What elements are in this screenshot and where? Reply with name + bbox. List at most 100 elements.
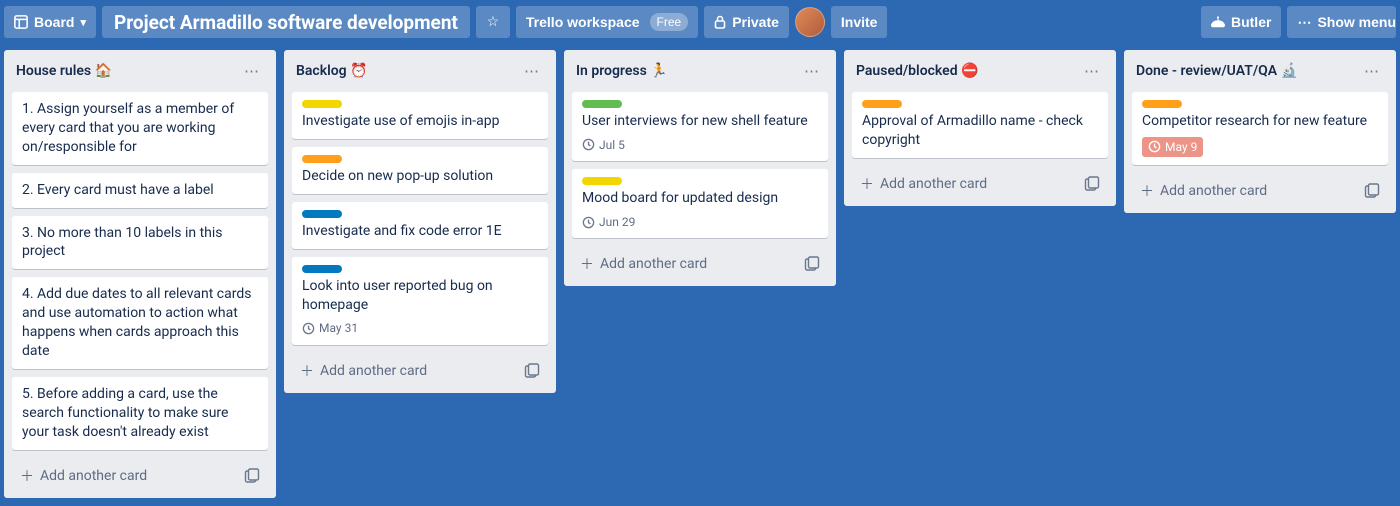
list-footer: ＋Add another card (572, 246, 828, 278)
due-date-badge[interactable]: Jun 29 (582, 214, 635, 230)
ellipsis-icon: ⋯ (1364, 62, 1380, 80)
invite-button[interactable]: Invite (831, 6, 888, 38)
template-icon (1364, 183, 1380, 199)
card[interactable]: 1. Assign yourself as a member of every … (12, 92, 268, 165)
list-footer: ＋Add another card (852, 166, 1108, 198)
list-menu-button[interactable]: ⋯ (240, 60, 264, 82)
card[interactable]: 3. No more than 10 labels in this projec… (12, 216, 268, 270)
add-card-label: Add another card (1160, 183, 1267, 199)
list-title[interactable]: Paused/blocked ⛔ (856, 63, 979, 79)
list-menu-button[interactable]: ⋯ (1080, 60, 1104, 82)
butler-label: Butler (1231, 14, 1271, 30)
card-title: 5. Before adding a card, use the search … (22, 385, 258, 442)
board-header: Board ▾ Project Armadillo software devel… (0, 0, 1400, 50)
member-avatar[interactable] (795, 7, 825, 37)
label-yellow[interactable] (582, 177, 622, 185)
star-icon: ☆ (487, 14, 500, 30)
plus-icon: ＋ (20, 466, 34, 486)
due-date-text: Jul 5 (599, 137, 625, 153)
card-title: Mood board for updated design (582, 189, 818, 208)
visibility-button[interactable]: Private (704, 6, 789, 38)
due-date-badge[interactable]: May 9 (1142, 137, 1203, 157)
card[interactable]: Investigate use of emojis in-app (292, 92, 548, 139)
card-template-button[interactable] (1360, 179, 1384, 203)
list-menu-button[interactable]: ⋯ (800, 60, 824, 82)
board-title[interactable]: Project Armadillo software development (102, 6, 470, 38)
card[interactable]: Approval of Armadillo name - check copyr… (852, 92, 1108, 158)
add-card-button[interactable]: ＋Add another card (856, 170, 1080, 198)
card[interactable]: 2. Every card must have a label (12, 173, 268, 208)
list: Backlog ⏰ ⋯ Investigate use of emojis in-a… (284, 50, 556, 393)
label-blue[interactable] (302, 210, 342, 218)
list-title[interactable]: Done - review/UAT/QA 🔬 (1136, 63, 1298, 79)
card-template-button[interactable] (1080, 172, 1104, 196)
card-title: 3. No more than 10 labels in this projec… (22, 224, 258, 262)
card[interactable]: User interviews for new shell feature Jul… (572, 92, 828, 161)
workspace-label: Trello workspace (526, 14, 640, 30)
label-yellow[interactable] (302, 100, 342, 108)
label-blue[interactable] (302, 265, 342, 273)
workspace-button[interactable]: Trello workspace Free (516, 6, 698, 38)
card-template-button[interactable] (800, 252, 824, 276)
card-badges: May 9 (1142, 137, 1378, 157)
list-menu-button[interactable]: ⋯ (520, 60, 544, 82)
label-orange[interactable] (302, 155, 342, 163)
list-header: House rules 🏠 ⋯ (12, 58, 268, 84)
card-labels (1142, 100, 1378, 108)
card-title: Investigate use of emojis in-app (302, 112, 538, 131)
add-card-button[interactable]: ＋Add another card (576, 250, 800, 278)
list-title[interactable]: In progress 🏃 (576, 63, 668, 79)
star-button[interactable]: ☆ (476, 6, 510, 38)
list-header: Backlog ⏰ ⋯ (292, 58, 548, 84)
card-title: 4. Add due dates to all relevant cards a… (22, 285, 258, 361)
label-orange[interactable] (862, 100, 902, 108)
template-icon (1084, 176, 1100, 192)
show-menu-button[interactable]: ⋯ Show menu (1287, 6, 1396, 38)
due-date-badge[interactable]: Jul 5 (582, 137, 625, 153)
card-badges: Jun 29 (582, 214, 818, 230)
card-badges: Jul 5 (582, 137, 818, 153)
card-labels (302, 265, 538, 273)
card-title: 1. Assign yourself as a member of every … (22, 100, 258, 157)
list-footer: ＋Add another card (1132, 173, 1388, 205)
label-orange[interactable] (1142, 100, 1182, 108)
add-card-label: Add another card (320, 363, 427, 379)
card-labels (302, 155, 538, 163)
label-green[interactable] (582, 100, 622, 108)
list-title[interactable]: House rules 🏠 (16, 63, 112, 79)
due-date-badge[interactable]: May 31 (302, 320, 358, 336)
card-title: Look into user reported bug on homepage (302, 277, 538, 315)
butler-button[interactable]: Butler (1201, 6, 1281, 38)
board-view-button[interactable]: Board ▾ (4, 6, 96, 38)
card[interactable]: 5. Before adding a card, use the search … (12, 377, 268, 450)
card-title: User interviews for new shell feature (582, 112, 818, 131)
add-card-button[interactable]: ＋ Add another card (16, 462, 240, 490)
card-title: Competitor research for new feature (1142, 112, 1378, 131)
card-title: 2. Every card must have a label (22, 181, 258, 200)
clock-icon (582, 138, 595, 151)
chevron-down-icon: ▾ (80, 16, 86, 29)
card[interactable]: Look into user reported bug on homepage M… (292, 257, 548, 345)
add-card-label: Add another card (40, 468, 147, 484)
list-title[interactable]: Backlog ⏰ (296, 63, 368, 79)
add-card-button[interactable]: ＋ Add another card (296, 357, 520, 385)
plus-icon: ＋ (300, 361, 314, 381)
add-card-button[interactable]: ＋Add another card (1136, 177, 1360, 205)
template-icon (244, 468, 260, 484)
card[interactable]: Mood board for updated design Jun 29 (572, 169, 828, 238)
list-menu-button[interactable]: ⋯ (1360, 60, 1384, 82)
card-template-button[interactable] (240, 464, 264, 488)
plus-icon: ＋ (580, 254, 594, 274)
card-title: Approval of Armadillo name - check copyr… (862, 112, 1098, 150)
template-icon (524, 363, 540, 379)
list-footer: ＋ Add another card (292, 353, 548, 385)
card[interactable]: Investigate and fix code error 1E (292, 202, 548, 249)
clock-icon (302, 322, 315, 335)
clock-icon (582, 216, 595, 229)
card[interactable]: Decide on new pop-up solution (292, 147, 548, 194)
due-date-text: May 9 (1165, 139, 1197, 155)
card[interactable]: 4. Add due dates to all relevant cards a… (12, 277, 268, 369)
card-template-button[interactable] (520, 359, 544, 383)
card[interactable]: Competitor research for new feature May 9 (1132, 92, 1388, 165)
card-labels (302, 210, 538, 218)
